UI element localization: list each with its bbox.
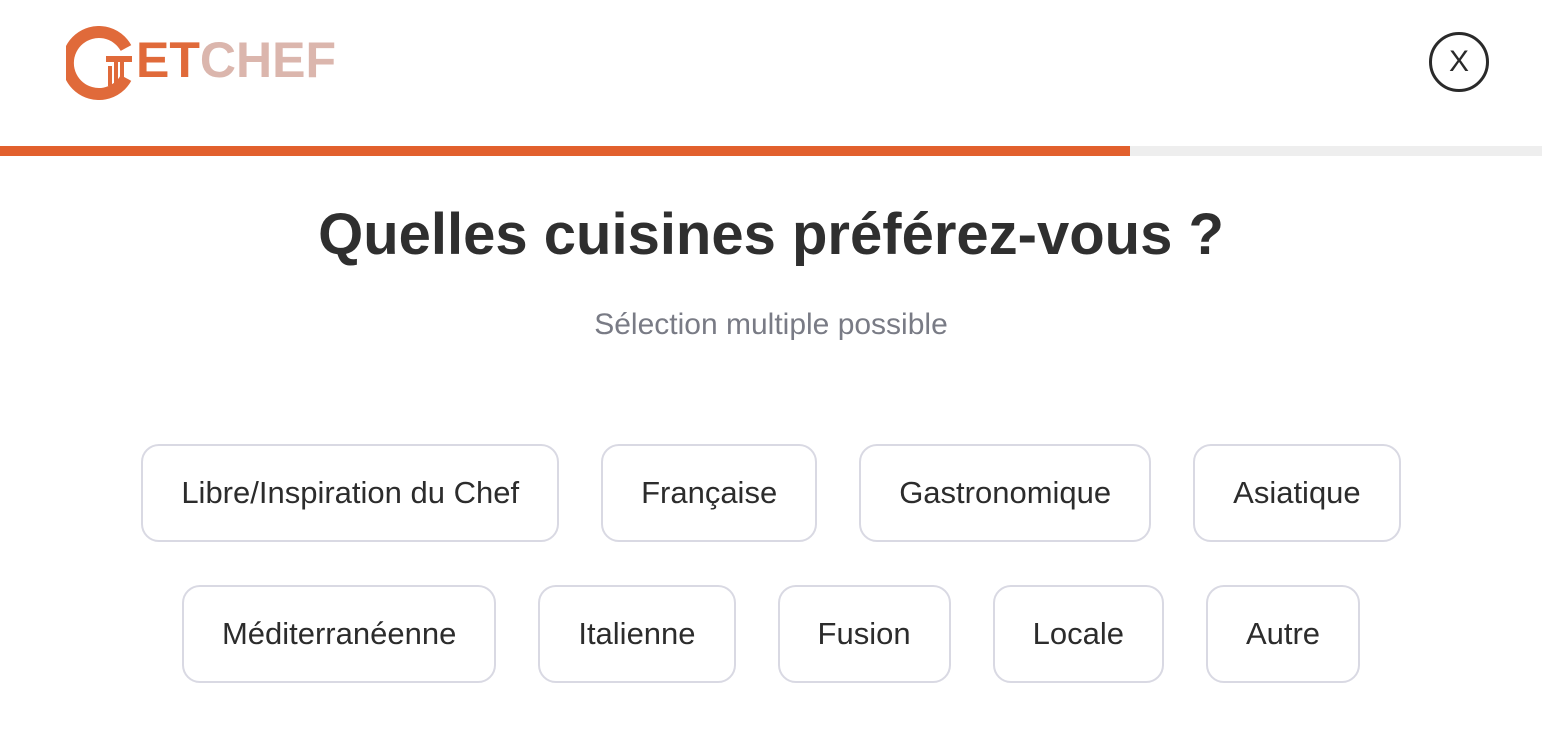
progress-bar-fill: [0, 146, 1131, 156]
option-italienne[interactable]: Italienne: [538, 585, 736, 683]
option-mediterraneenne[interactable]: Méditerranéenne: [181, 585, 497, 683]
header: ETCHEF X: [0, 0, 1542, 146]
options-row-1: Libre/Inspiration du Chef Française Gast…: [0, 444, 1542, 542]
option-libre-inspiration-du-chef[interactable]: Libre/Inspiration du Chef: [141, 444, 560, 542]
option-gastronomique[interactable]: Gastronomique: [859, 444, 1152, 542]
logo-g-mark-icon: [66, 26, 132, 100]
option-autre[interactable]: Autre: [1205, 585, 1361, 683]
option-francaise[interactable]: Française: [601, 444, 818, 542]
progress-bar: [0, 146, 1542, 156]
option-locale[interactable]: Locale: [992, 585, 1164, 683]
getchef-logo[interactable]: ETCHEF: [66, 26, 336, 100]
logo-et-text: ET: [136, 32, 200, 88]
option-asiatique[interactable]: Asiatique: [1193, 444, 1401, 542]
question-subtitle: Sélection multiple possible: [594, 308, 948, 341]
logo-wordmark: ETCHEF: [136, 35, 336, 85]
close-icon: X: [1448, 45, 1469, 78]
options-row-2: Méditerranéenne Italienne Fusion Locale …: [0, 585, 1542, 683]
logo-chef-text: CHEF: [199, 32, 337, 88]
close-button[interactable]: X: [1429, 32, 1489, 92]
option-fusion[interactable]: Fusion: [777, 585, 951, 683]
question-title: Quelles cuisines préférez-vous ?: [318, 202, 1224, 267]
